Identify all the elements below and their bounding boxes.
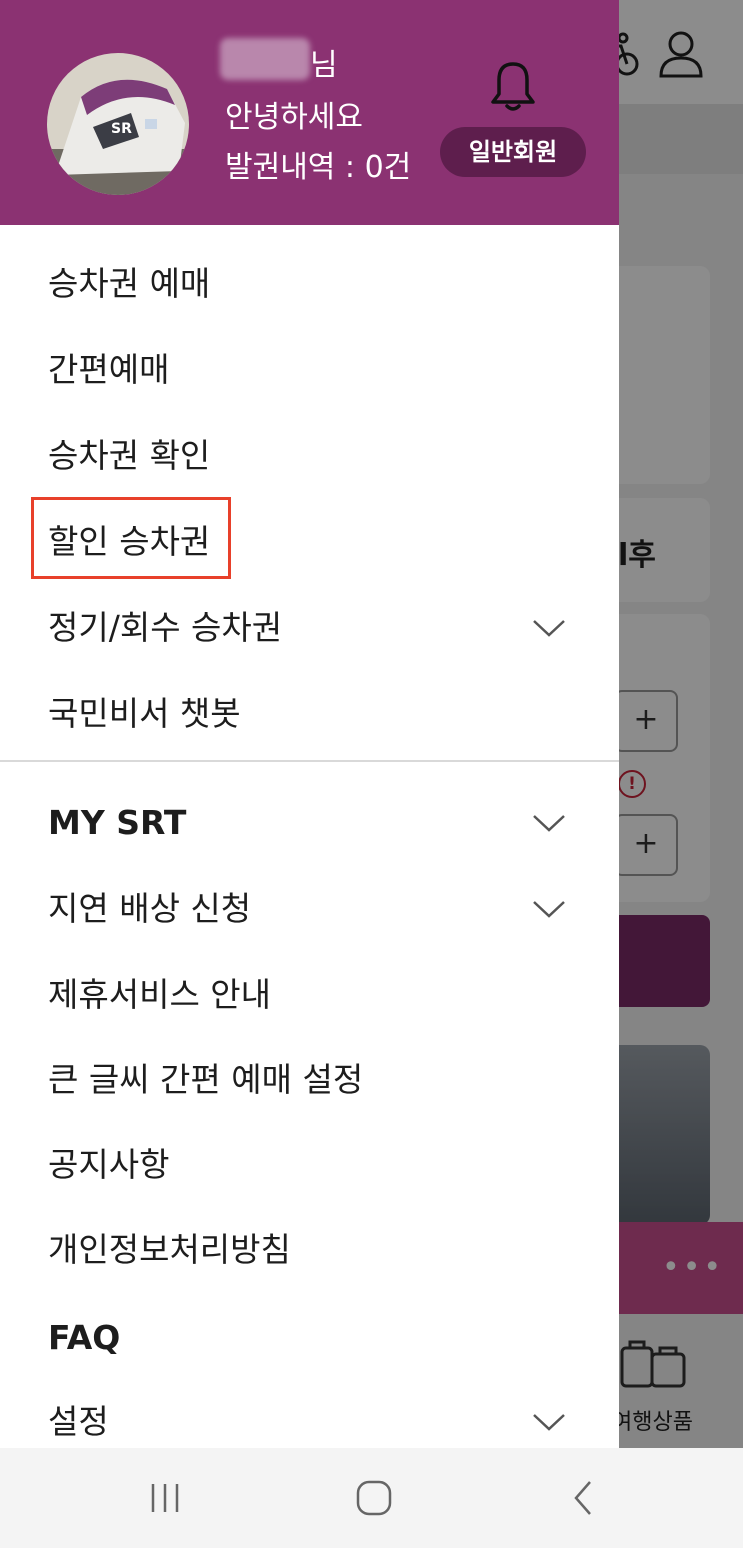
bell-icon[interactable] — [490, 60, 536, 112]
drawer-header: SR 님 안녕하세요 발권내역 : 0건 일반회원 — [0, 0, 619, 225]
menu-item-settings[interactable]: 설정 — [0, 1382, 619, 1448]
menu-item-label: 지연 배상 신청 — [48, 889, 252, 928]
user-name-blurred — [220, 38, 310, 80]
menu-item-label: 정기/회수 승차권 — [48, 608, 283, 647]
name-suffix: 님 — [310, 48, 338, 83]
menu-item-label: 큰 글씨 간편 예매 설정 — [48, 1060, 364, 1099]
menu-item-label: 제휴서비스 안내 — [48, 975, 272, 1014]
system-navigation-bar — [0, 1448, 743, 1548]
menu-item-chatbot[interactable]: 국민비서 챗봇 — [0, 674, 619, 754]
menu-item-privacy-policy[interactable]: 개인정보처리방침 — [0, 1210, 619, 1290]
chevron-down-icon[interactable] — [532, 899, 566, 919]
menu-item-ticket-booking[interactable]: 승차권 예매 — [0, 244, 619, 324]
menu-item-delay-compensation[interactable]: 지연 배상 신청 — [0, 869, 619, 949]
menu-item-label: MY SRT — [48, 803, 187, 842]
menu-item-label: 공지사항 — [48, 1145, 170, 1184]
member-status-badge[interactable]: 일반회원 — [440, 127, 586, 177]
menu-item-faq[interactable]: FAQ — [0, 1298, 619, 1378]
menu-item-large-font-settings[interactable]: 큰 글씨 간편 예매 설정 — [0, 1040, 619, 1120]
menu-item-label: 간편예매 — [48, 350, 170, 389]
chevron-down-icon[interactable] — [532, 1412, 566, 1432]
menu-item-partner-services[interactable]: 제휴서비스 안내 — [0, 955, 619, 1035]
srt-logo-text: SR — [111, 121, 132, 137]
highlight-box — [31, 497, 231, 579]
issued-history-text[interactable]: 발권내역 : 0건 — [225, 150, 411, 186]
menu-item-quick-booking[interactable]: 간편예매 — [0, 330, 619, 410]
menu-item-label: FAQ — [48, 1318, 121, 1357]
navigation-drawer: SR 님 안녕하세요 발권내역 : 0건 일반회원 승차권 예매 간편예매 승차… — [0, 0, 619, 1448]
greeting-text: 안녕하세요 — [225, 100, 363, 135]
chevron-down-icon[interactable] — [532, 618, 566, 638]
train-photo-icon: SR — [47, 53, 189, 195]
chevron-down-icon[interactable] — [532, 813, 566, 833]
back-icon[interactable] — [562, 1476, 606, 1520]
menu-item-label: 설정 — [48, 1402, 109, 1441]
menu-item-label: 개인정보처리방침 — [48, 1230, 291, 1269]
menu-item-season-ticket[interactable]: 정기/회수 승차권 — [0, 588, 619, 668]
menu-item-label: 승차권 확인 — [48, 436, 211, 475]
menu-item-label: 승차권 예매 — [48, 264, 211, 303]
recent-apps-icon[interactable] — [143, 1476, 187, 1520]
menu-item-my-srt[interactable]: MY SRT — [0, 783, 619, 863]
menu-item-label: 국민비서 챗봇 — [48, 694, 241, 733]
menu-divider — [0, 760, 619, 762]
menu-item-ticket-check[interactable]: 승차권 확인 — [0, 416, 619, 496]
menu-item-notices[interactable]: 공지사항 — [0, 1125, 619, 1205]
home-icon[interactable] — [352, 1476, 396, 1520]
avatar: SR — [47, 53, 189, 195]
